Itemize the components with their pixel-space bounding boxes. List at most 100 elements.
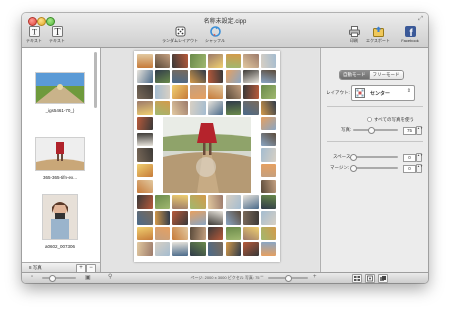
collage-photo-tile[interactable] <box>225 85 241 99</box>
collage-photo-tile[interactable] <box>190 101 206 115</box>
photo-list-panel[interactable]: _igs5461-70_) 365-365-tifn-ex... a0602_0… <box>22 48 101 273</box>
zoom-out-icon[interactable]: − <box>260 274 264 280</box>
text-style-button[interactable]: T テキスト <box>49 26 65 44</box>
stack-view-button[interactable] <box>378 274 388 283</box>
collage-photo-tile[interactable] <box>243 226 259 241</box>
collage-photo-tile[interactable] <box>154 211 171 225</box>
collage-photo-tile[interactable] <box>260 195 277 209</box>
zoom-in-icon[interactable]: + <box>313 274 317 280</box>
collage-page[interactable] <box>134 51 280 262</box>
space-value-field[interactable]: 0 <box>403 154 416 162</box>
collage-photo-tile[interactable] <box>190 85 206 99</box>
collage-photo-tile[interactable] <box>137 132 153 146</box>
collage-photo-tile[interactable] <box>207 242 224 256</box>
collage-photo-tile[interactable] <box>137 85 153 99</box>
collage-photo-tile[interactable] <box>243 242 259 256</box>
margin-stepper[interactable]: ▲▼ <box>416 164 423 173</box>
collage-photo-tile[interactable] <box>137 163 153 178</box>
space-slider[interactable] <box>353 156 398 158</box>
collage-photo-tile[interactable] <box>243 101 259 115</box>
facebook-button[interactable]: f Facebook <box>396 26 424 43</box>
photo-list-item[interactable]: 365-365-tifn-ex... <box>22 137 98 180</box>
collage-photo-tile[interactable] <box>137 148 153 162</box>
random-layout-button[interactable]: ランダムレイアウト <box>162 26 198 44</box>
collage-center-photo[interactable] <box>163 117 251 193</box>
collage-photo-tile[interactable] <box>172 226 188 241</box>
use-all-photos-radio[interactable] <box>367 117 372 122</box>
collage-photo-tile[interactable] <box>243 54 259 68</box>
collage-photo-tile[interactable] <box>243 85 259 99</box>
export-button[interactable]: エクスポート <box>363 26 393 44</box>
print-button[interactable]: 印刷 <box>347 26 361 44</box>
photos-slider[interactable] <box>353 129 398 131</box>
collage-photo-tile[interactable] <box>190 69 206 84</box>
collage-photo-tile[interactable] <box>207 85 224 99</box>
collage-photo-tile[interactable] <box>190 226 206 241</box>
collage-photo-tile[interactable] <box>154 226 171 241</box>
collage-photo-tile[interactable] <box>225 195 241 209</box>
collage-photo-tile[interactable] <box>260 242 277 256</box>
collage-photo-tile[interactable] <box>260 132 277 146</box>
collage-photo-tile[interactable] <box>225 211 241 225</box>
shuffle-button[interactable]: シャッフル <box>200 26 230 44</box>
collage-photo-tile[interactable] <box>260 226 277 241</box>
collage-photo-tile[interactable] <box>207 54 224 68</box>
collage-photo-tile[interactable] <box>260 54 277 68</box>
collage-photo-tile[interactable] <box>137 242 153 256</box>
collage-photo-tile[interactable] <box>207 101 224 115</box>
free-mode-segment[interactable]: フリーモード <box>368 71 403 79</box>
collage-photo-tile[interactable] <box>172 195 188 209</box>
collage-photo-tile[interactable] <box>260 163 277 178</box>
collage-photo-tile[interactable] <box>172 101 188 115</box>
page-zoom-slider-knob[interactable] <box>285 274 292 282</box>
mode-segmented-control[interactable]: 自動モード フリーモード <box>339 70 404 80</box>
collage-photo-tile[interactable] <box>137 195 153 209</box>
collage-photo-tile[interactable] <box>137 226 153 241</box>
collage-photo-tile[interactable] <box>225 242 241 256</box>
collage-photo-tile[interactable] <box>260 211 277 225</box>
collage-photo-tile[interactable] <box>260 85 277 99</box>
collage-photo-tile[interactable] <box>190 242 206 256</box>
collage-canvas[interactable] <box>101 48 319 273</box>
collage-photo-tile[interactable] <box>243 211 259 225</box>
collage-photo-tile[interactable] <box>154 85 171 99</box>
collage-photo-tile[interactable] <box>137 101 153 115</box>
photos-stepper[interactable]: ▲▼ <box>416 126 423 135</box>
collage-photo-tile[interactable] <box>207 211 224 225</box>
collage-photo-tile[interactable] <box>260 69 277 84</box>
collage-photo-tile[interactable] <box>225 226 241 241</box>
collage-photo-tile[interactable] <box>260 148 277 162</box>
collage-photo-tile[interactable] <box>154 195 171 209</box>
margin-slider[interactable] <box>353 167 398 169</box>
collage-photo-tile[interactable] <box>172 85 188 99</box>
space-slider-knob[interactable] <box>350 153 357 161</box>
collage-photo-tile[interactable] <box>172 242 188 256</box>
add-text-button[interactable]: T テキスト <box>26 26 42 44</box>
collage-photo-tile[interactable] <box>154 101 171 115</box>
layout-select[interactable]: センター ⇕ <box>351 85 415 101</box>
photos-slider-knob[interactable] <box>368 126 375 134</box>
collage-photo-tile[interactable] <box>137 54 153 68</box>
photos-value-field[interactable]: 75 <box>403 127 416 135</box>
collage-photo-tile[interactable] <box>260 101 277 115</box>
collage-photo-tile[interactable] <box>207 195 224 209</box>
collage-photo-tile[interactable] <box>154 242 171 256</box>
margin-value-field[interactable]: 0 <box>403 165 416 173</box>
collage-photo-tile[interactable] <box>172 211 188 225</box>
margin-slider-knob[interactable] <box>350 164 357 172</box>
collage-photo-tile[interactable] <box>137 69 153 84</box>
collage-photo-tile[interactable] <box>243 195 259 209</box>
collage-photo-tile[interactable] <box>260 116 277 131</box>
collage-photo-tile[interactable] <box>190 211 206 225</box>
collage-photo-tile[interactable] <box>172 69 188 84</box>
fullscreen-icon[interactable]: ⤢ <box>418 16 423 23</box>
preview-button[interactable] <box>365 274 375 283</box>
collage-photo-tile[interactable] <box>137 179 153 194</box>
photo-list-item[interactable]: _igs5461-70_) <box>22 72 98 113</box>
collage-photo-tile[interactable] <box>154 54 171 68</box>
collage-photo-tile[interactable] <box>137 211 153 225</box>
space-stepper[interactable]: ▲▼ <box>416 153 423 162</box>
collage-photo-tile[interactable] <box>172 54 188 68</box>
collage-photo-tile[interactable] <box>260 179 277 194</box>
grid-view-button[interactable] <box>352 274 362 283</box>
